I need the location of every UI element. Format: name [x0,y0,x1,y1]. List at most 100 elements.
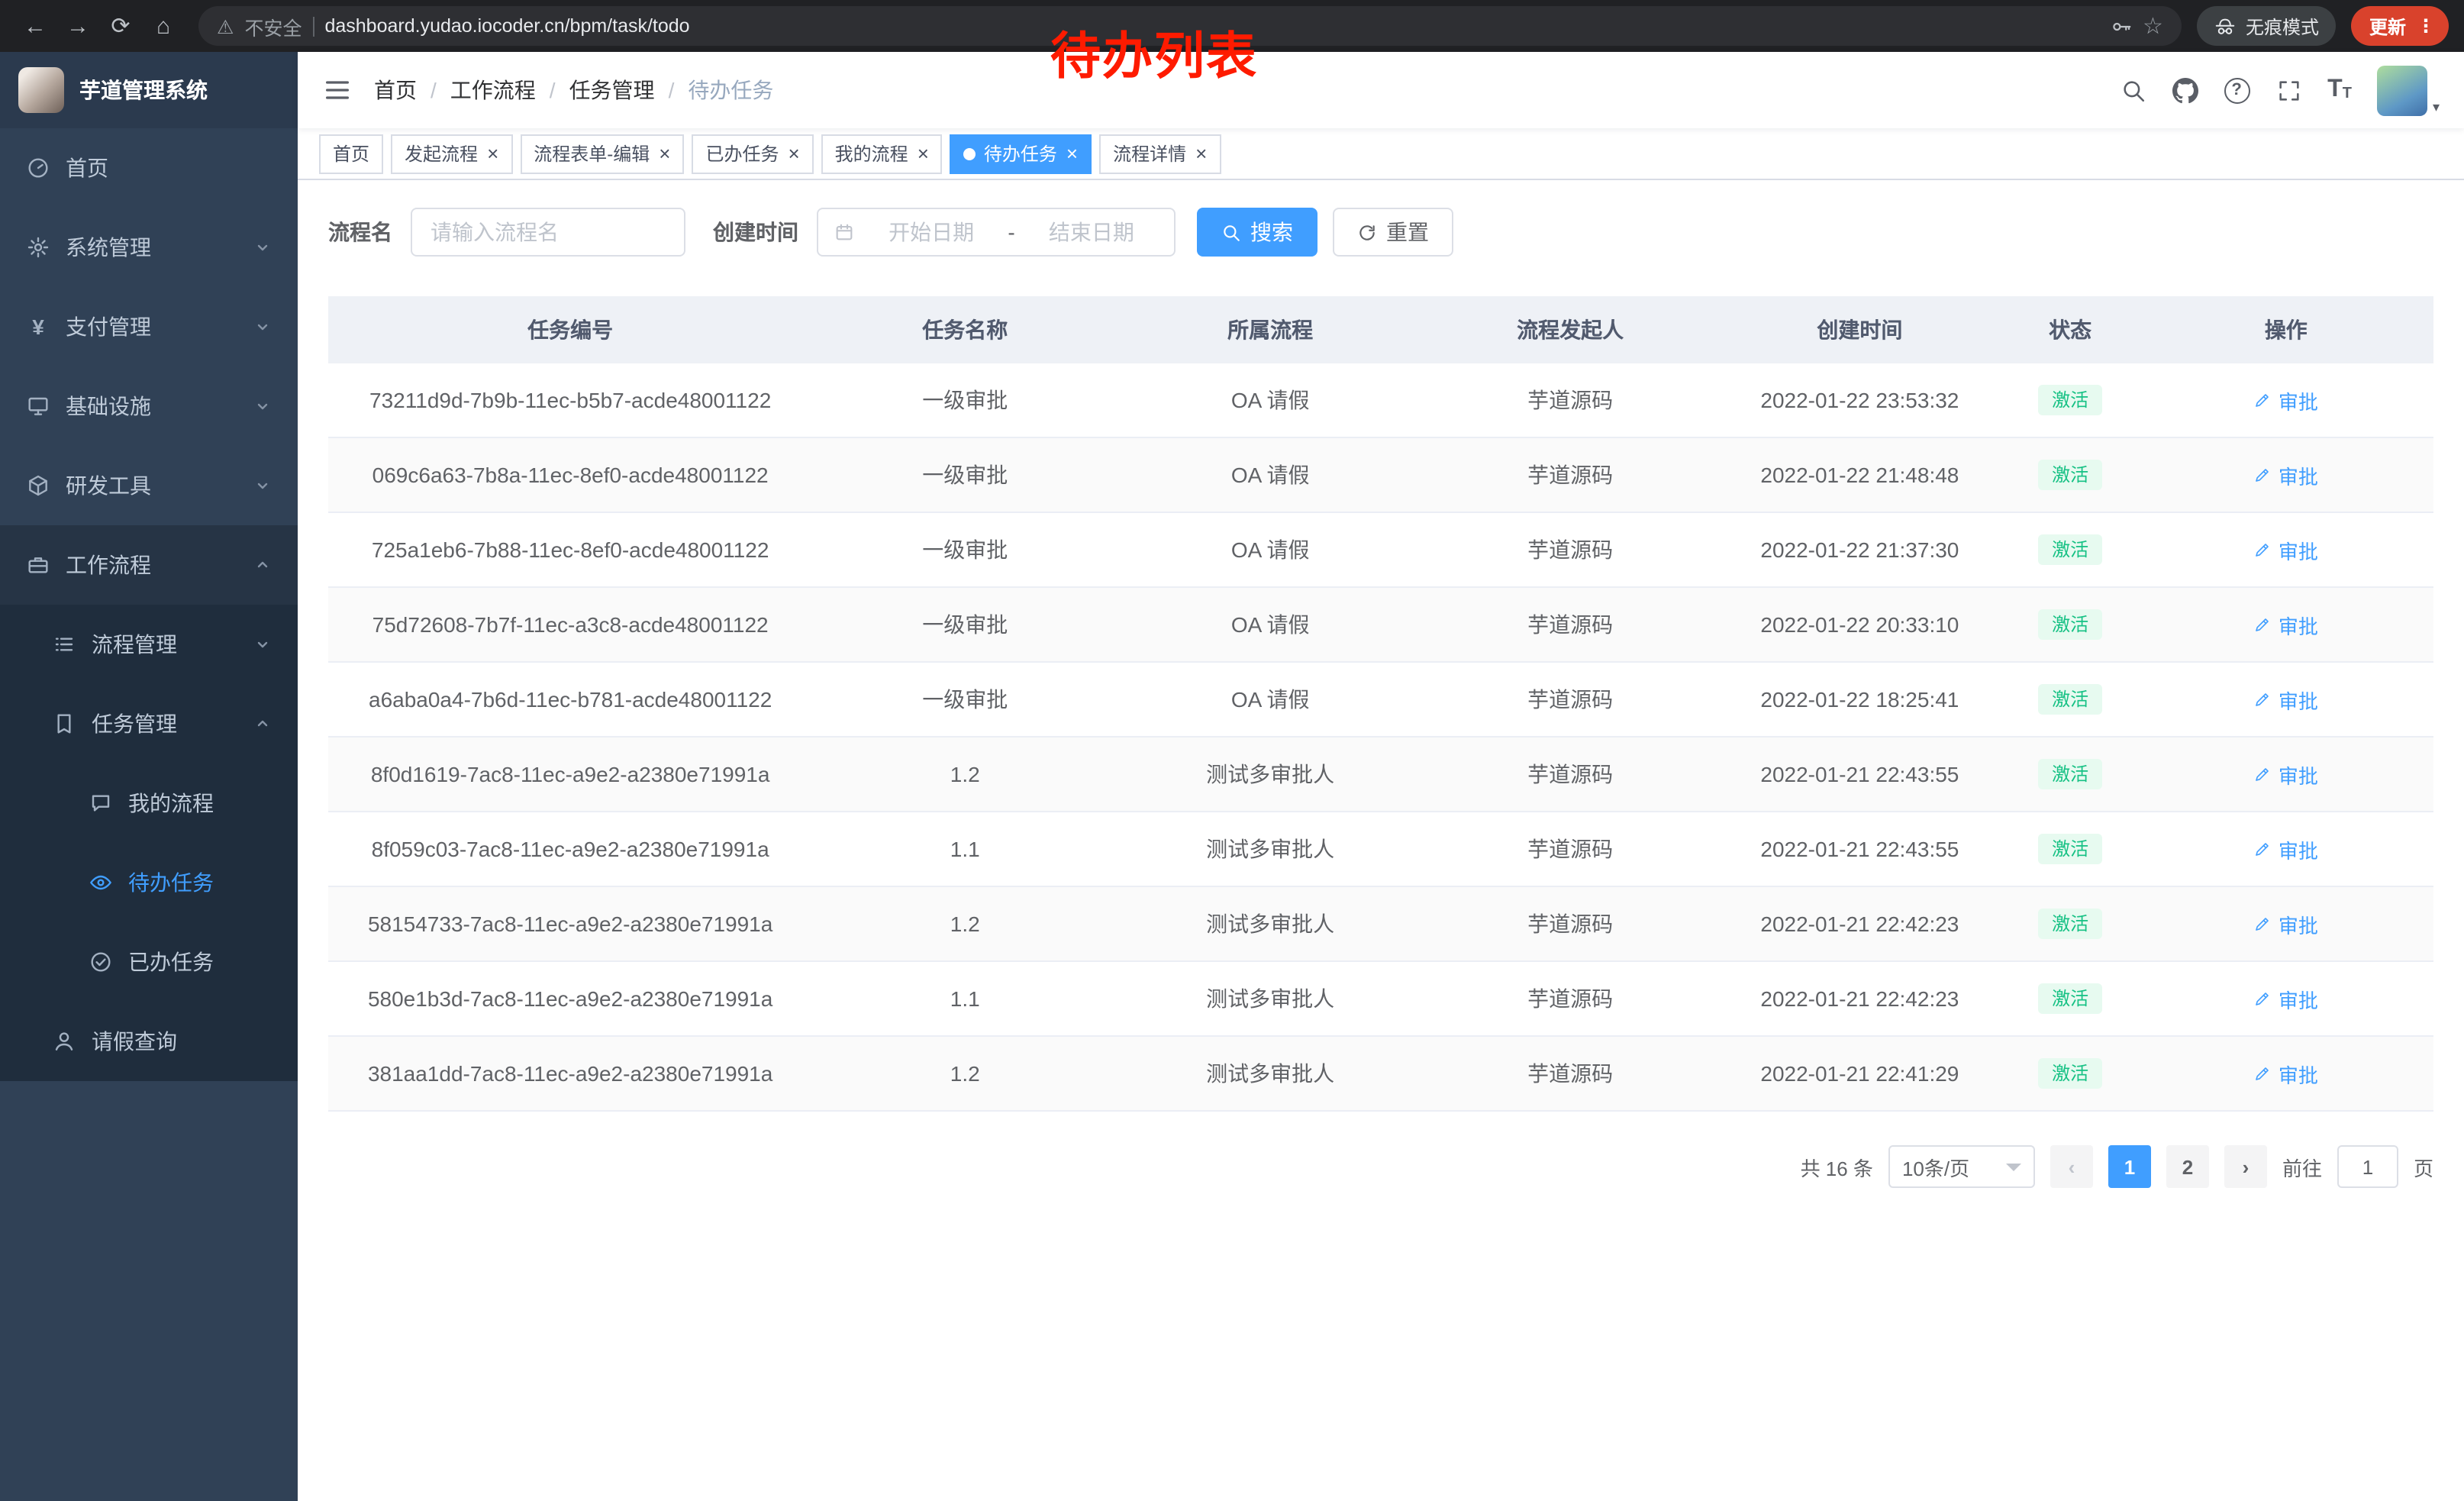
approve-link[interactable]: 审批 [2254,610,2318,639]
cell-process: 测试多审批人 [1118,1037,1423,1110]
chevron-down-icon [253,238,272,257]
tab-form-edit[interactable]: 流程表单-编辑 × [520,134,684,173]
table-row: 069c6a63-7b8a-11ec-8ef0-acde48001122 一级审… [328,438,2433,513]
sidebar-item-task-mgmt[interactable]: 任务管理 [0,684,298,763]
cell-starter: 芋道源码 [1423,363,1717,437]
cell-task-id: 75d72608-7b7f-11ec-a3c8-acde48001122 [328,588,812,661]
table-row: a6aba0a4-7b6d-11ec-b781-acde48001122 一级审… [328,663,2433,738]
user-menu[interactable]: ▾ [2378,65,2440,115]
tab-todo-tasks[interactable]: 待办任务 × [950,134,1092,173]
sidebar-item-workflow[interactable]: 工作流程 [0,525,298,605]
bookmark-star-icon[interactable]: ☆ [2143,12,2163,40]
status-badge: 激活 [2038,983,2102,1015]
reset-button[interactable]: 重置 [1333,208,1453,257]
process-name-input[interactable] [411,208,685,257]
breadcrumb-item[interactable]: 工作流程 [450,75,536,105]
font-size-icon[interactable]: TT [2327,78,2352,102]
cell-starter: 芋道源码 [1423,887,1717,960]
hamburger-icon[interactable] [322,75,353,105]
list-icon [52,632,76,657]
breadcrumb-separator: / [431,78,437,102]
active-dot [964,147,976,160]
cell-task-id: 069c6a63-7b8a-11ec-8ef0-acde48001122 [328,438,812,512]
approve-link[interactable]: 审批 [2254,909,2318,938]
close-icon[interactable]: × [659,144,670,163]
incognito-badge: 无痕模式 [2197,6,2336,46]
app-logo-row: 芋道管理系统 [0,52,298,128]
sidebar-item-done-tasks[interactable]: 已办任务 [0,922,298,1002]
page-size-select[interactable]: 10条/页 [1888,1145,2035,1188]
sidebar-item-payment-mgmt[interactable]: ¥ 支付管理 [0,287,298,366]
reload-icon[interactable]: ⟳ [101,6,140,46]
approve-link[interactable]: 审批 [2254,460,2318,489]
tab-process-detail[interactable]: 流程详情 × [1099,134,1221,173]
breadcrumb-item[interactable]: 任务管理 [569,75,655,105]
security-label[interactable]: 不安全 [244,11,302,40]
url-text[interactable]: dashboard.yudao.iocoder.cn/bpm/task/todo [324,15,689,37]
avatar[interactable] [2378,65,2428,115]
sidebar-item-process-mgmt[interactable]: 流程管理 [0,605,298,684]
page-button-2[interactable]: 2 [2166,1145,2209,1188]
sidebar-item-infrastructure[interactable]: 基础设施 [0,366,298,446]
fullscreen-icon[interactable] [2275,77,2301,103]
tab-done-tasks[interactable]: 已办任务 × [692,134,813,173]
approve-link[interactable]: 审批 [2254,1059,2318,1088]
search-icon[interactable] [2120,77,2146,103]
edit-icon [2254,765,2272,783]
forward-icon[interactable]: → [58,6,98,46]
tab-label: 发起流程 [405,140,478,166]
update-button[interactable]: 更新 ⋮ [2351,6,2449,46]
sidebar-item-system-mgmt[interactable]: 系统管理 [0,208,298,287]
cell-process: OA 请假 [1118,513,1423,586]
close-icon[interactable]: × [1066,144,1078,163]
prev-page-button[interactable]: ‹ [2050,1145,2093,1188]
sidebar-item-my-process[interactable]: 我的流程 [0,763,298,843]
search-button[interactable]: 搜索 [1197,208,1317,257]
sidebar-item-leave-query[interactable]: 请假查询 [0,1002,298,1081]
table-row: 73211d9d-7b9b-11ec-b5b7-acde48001122 一级审… [328,363,2433,438]
sidebar-item-todo-tasks[interactable]: 待办任务 [0,843,298,922]
close-icon[interactable]: × [788,144,799,163]
sidebar-item-home[interactable]: 首页 [0,128,298,208]
approve-link[interactable]: 审批 [2254,685,2318,714]
approve-label: 审批 [2279,610,2318,639]
start-date-placeholder[interactable]: 开始日期 [864,217,998,247]
date-range-picker[interactable]: 开始日期 - 结束日期 [817,208,1176,257]
help-icon[interactable]: ? [2224,77,2250,103]
tab-my-process[interactable]: 我的流程 × [821,134,943,173]
search-button-label: 搜索 [1250,217,1293,247]
home-icon[interactable]: ⌂ [144,6,183,46]
page-size-value: 10条/页 [1902,1152,1969,1181]
goto-label: 前往 [2282,1152,2322,1181]
approve-label: 审批 [2279,535,2318,564]
next-page-button[interactable]: › [2224,1145,2267,1188]
close-icon[interactable]: × [918,144,929,163]
sidebar: 芋道管理系统 首页 系统管理 ¥ 支付管理 基础设施 [0,52,298,1501]
goto-page-input[interactable] [2337,1145,2398,1188]
close-icon[interactable]: × [1195,144,1207,163]
tab-start-process[interactable]: 发起流程 × [391,134,512,173]
cube-icon [26,473,50,498]
approve-link[interactable]: 审批 [2254,984,2318,1013]
cell-starter: 芋道源码 [1423,962,1717,1035]
approve-link[interactable]: 审批 [2254,760,2318,789]
approve-link[interactable]: 审批 [2254,386,2318,415]
back-icon[interactable]: ← [15,6,55,46]
approve-link[interactable]: 审批 [2254,535,2318,564]
page-button-1[interactable]: 1 [2108,1145,2151,1188]
sidebar-item-dev-tools[interactable]: 研发工具 [0,446,298,525]
end-date-placeholder[interactable]: 结束日期 [1024,217,1159,247]
cell-starter: 芋道源码 [1423,812,1717,886]
table-row: 381aa1dd-7ac8-11ec-a9e2-a2380e71991a 1.2… [328,1037,2433,1112]
edit-icon [2254,989,2272,1008]
tab-home[interactable]: 首页 [319,134,383,173]
cell-create-time: 2022-01-21 22:43:55 [1717,812,2001,886]
browser-menu-dots-icon[interactable]: ⋮ [2417,15,2435,37]
key-icon[interactable] [2109,15,2132,37]
cell-create-time: 2022-01-22 20:33:10 [1717,588,2001,661]
close-icon[interactable]: × [487,144,498,163]
github-icon[interactable] [2172,77,2198,103]
approve-link[interactable]: 审批 [2254,834,2318,863]
address-bar[interactable]: ⚠ 不安全 dashboard.yudao.iocoder.cn/bpm/tas… [198,6,2182,46]
breadcrumb-item[interactable]: 首页 [374,75,417,105]
